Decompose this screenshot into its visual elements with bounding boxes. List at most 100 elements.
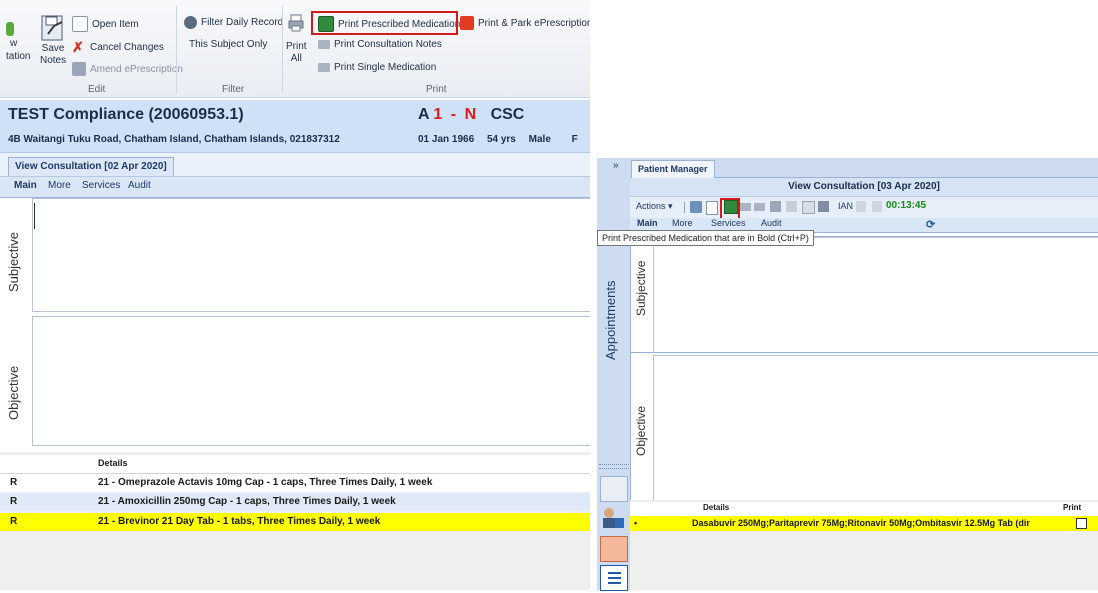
- filter-daily-record-label: Filter Daily Record: [201, 17, 284, 28]
- subtab-main[interactable]: Main: [14, 180, 37, 191]
- tab-patient-manager[interactable]: Patient Manager: [631, 160, 715, 178]
- objective-label: Objective: [634, 405, 648, 456]
- medication-type: R: [10, 477, 18, 488]
- medication-details: 21 - Amoxicillin 250mg Cap - 1 caps, Thr…: [98, 496, 396, 507]
- printer-small-icon: [318, 63, 330, 72]
- medication-row[interactable]: • Dasabuvir 250Mg;Paritaprevir 75Mg;Rito…: [630, 516, 1098, 531]
- filter-icon: [184, 16, 197, 29]
- subjective-label: Subjective: [6, 232, 21, 292]
- print-single-medication-label: Print Single Medication: [334, 62, 437, 73]
- subtab-services[interactable]: Services: [711, 218, 746, 228]
- printer-icon: [288, 14, 304, 32]
- partial-label-2: tation: [6, 51, 31, 62]
- ribbon-group-edit: Edit: [88, 84, 106, 95]
- form-icon[interactable]: [818, 201, 829, 212]
- flag-1: 1: [433, 106, 443, 123]
- filter-daily-record-button[interactable]: Filter Daily Record: [184, 16, 283, 29]
- actions-menu[interactable]: Actions ▾: [636, 201, 673, 212]
- cancel-changes-button[interactable]: ✗ Cancel Changes: [72, 39, 164, 56]
- appointments-side-tab[interactable]: Appointments: [603, 281, 618, 361]
- calculator-icon[interactable]: [786, 201, 797, 212]
- medications-header: Details: [0, 455, 590, 474]
- open-item-button[interactable]: Open Item: [72, 16, 139, 32]
- eprescription-icon: [72, 62, 86, 76]
- save-notes-button[interactable]: Save Notes: [40, 14, 66, 66]
- patient-flags: A 1 - N CSC: [418, 106, 524, 124]
- right-medications-header: Details Print: [630, 502, 1098, 517]
- subtab-more[interactable]: More: [672, 218, 693, 228]
- patient-dob: 01 Jan 1966: [418, 134, 475, 145]
- actions-label: Actions: [636, 201, 666, 211]
- patient-address: 4B Waitangi Tuku Road, Chatham Island, C…: [8, 134, 340, 145]
- patient-sex: Male: [528, 134, 551, 145]
- calendar-icon[interactable]: [600, 536, 628, 562]
- this-subject-only-label: This Subject Only: [189, 39, 268, 50]
- medications-header-print: Print: [1063, 503, 1082, 512]
- medication-type: R: [10, 516, 18, 527]
- consultation-title: View Consultation [03 Apr 2020]: [630, 178, 1098, 197]
- objective-notes-field[interactable]: [653, 355, 1098, 501]
- eprescription-icon[interactable]: [770, 201, 781, 212]
- objective-notes-field[interactable]: [32, 316, 590, 446]
- patient-name: TEST Compliance (20060953.1): [8, 106, 244, 123]
- print-single-medication-button[interactable]: Print Single Medication: [318, 62, 436, 73]
- green-leaf-icon: [6, 22, 14, 36]
- flag-dash: -: [450, 106, 457, 123]
- medication-details: 21 - Omeprazole Actavis 10mg Cap - 1 cap…: [98, 477, 433, 488]
- printer-small-icon[interactable]: [740, 203, 751, 211]
- subtab-audit[interactable]: Audit: [128, 180, 151, 191]
- this-subject-only-button[interactable]: This Subject Only: [189, 39, 267, 50]
- ribbon-group-print: Print: [426, 84, 447, 95]
- tooltip: Print Prescribed Medication that are in …: [597, 230, 814, 246]
- medication-row[interactable]: R 21 - Amoxicillin 250mg Cap - 1 caps, T…: [0, 493, 590, 511]
- amend-eprescription-button[interactable]: Amend ePrescription: [72, 62, 183, 76]
- consultation-window-icon[interactable]: [600, 476, 628, 502]
- tab-view-consultation[interactable]: View Consultation [02 Apr 2020]: [8, 157, 174, 176]
- ribbon-separator: [176, 6, 177, 94]
- print-park-eprescription-label: Print & Park ePrescription: [478, 17, 590, 29]
- subtab-more[interactable]: More: [48, 180, 71, 191]
- ian-form-icon[interactable]: [856, 201, 866, 212]
- patient-info-icon[interactable]: [600, 506, 626, 530]
- callout-highlight-box: [720, 198, 740, 220]
- amend-eprescription-label: Amend ePrescription: [90, 63, 183, 75]
- left-screenshot-panel: w tation Save Notes Open Item ✗ Cancel C…: [0, 0, 590, 590]
- partial-ribbon-button[interactable]: w tation: [6, 22, 30, 62]
- list-icon[interactable]: [600, 565, 628, 591]
- printer-small-icon: [318, 40, 330, 49]
- cancel-x-icon: ✗: [72, 39, 84, 55]
- subtab-audit[interactable]: Audit: [761, 218, 782, 228]
- flag-csc: CSC: [490, 106, 525, 123]
- document-icon: [72, 16, 88, 32]
- save-notes-label-1: Save: [41, 43, 65, 54]
- print-consultation-notes-button[interactable]: Print Consultation Notes: [318, 39, 442, 50]
- refresh-icon[interactable]: ⟳: [926, 218, 935, 231]
- print-checkbox[interactable]: [1076, 518, 1087, 529]
- medications-header-details: Details: [98, 458, 128, 468]
- medication-type: R: [10, 496, 18, 507]
- toolbar-separator: [684, 202, 685, 213]
- actions-toolbar: Actions ▾ IAN 00:13:45: [630, 197, 1098, 218]
- link-icon[interactable]: [690, 201, 702, 213]
- patient-demographics: 01 Jan 1966 54 yrs Male F: [418, 134, 578, 145]
- subtab-services[interactable]: Services: [82, 180, 120, 191]
- printer-small-icon[interactable]: [754, 203, 765, 211]
- open-item-label: Open Item: [92, 18, 139, 30]
- medication-row[interactable]: R 21 - Omeprazole Actavis 10mg Cap - 1 c…: [0, 474, 590, 492]
- subtab-main[interactable]: Main: [637, 218, 658, 228]
- eprescription-park-icon: [460, 16, 474, 30]
- subjective-notes-field[interactable]: [32, 198, 590, 312]
- splitter-grip[interactable]: [599, 464, 629, 469]
- callout-highlight-box: [311, 11, 458, 35]
- medication-details: 21 - Brevinor 21 Day Tab - 1 tabs, Three…: [98, 516, 381, 527]
- subjective-notes-field[interactable]: [653, 237, 1098, 353]
- print-park-eprescription-button[interactable]: Print & Park ePrescription: [460, 16, 590, 30]
- collapse-panel-button[interactable]: »: [613, 160, 619, 171]
- save-notes-label-2: Notes: [40, 55, 67, 66]
- ian-doc-icon[interactable]: [872, 201, 882, 212]
- notes-icon[interactable]: [802, 201, 815, 214]
- print-all-button[interactable]: Print All: [286, 14, 307, 64]
- medication-bullet: •: [634, 518, 638, 528]
- medication-row[interactable]: R 21 - Brevinor 21 Day Tab - 1 tabs, Thr…: [0, 513, 590, 531]
- document-icon[interactable]: [706, 201, 718, 215]
